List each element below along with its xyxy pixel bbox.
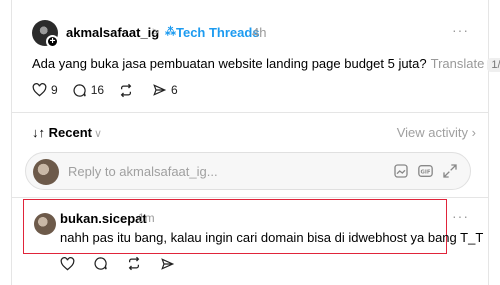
chevron-down-icon: ∨ bbox=[93, 128, 103, 140]
highlight-box bbox=[23, 199, 447, 254]
reply-input[interactable]: Reply to akmalsafaat_ig... GIF bbox=[25, 152, 471, 190]
comment-time: 1m bbox=[138, 211, 155, 225]
share-count: 6 bbox=[171, 83, 178, 97]
topic-link[interactable]: Tech Threads bbox=[176, 25, 260, 40]
post-time: 4h bbox=[252, 25, 267, 40]
post-text: Ada yang buka jasa pembuatan website lan… bbox=[32, 56, 500, 72]
comment-username[interactable]: bukan.sicepat bbox=[60, 211, 147, 226]
comment-actions bbox=[60, 256, 175, 271]
comment-text: nahh pas itu bang, kalau ingin cari doma… bbox=[60, 230, 484, 245]
repost-icon[interactable] bbox=[126, 256, 142, 271]
page-indicator: 1/2 bbox=[487, 58, 500, 72]
chevron-right-icon: › bbox=[471, 125, 476, 140]
reply-placeholder: Reply to akmalsafaat_ig... bbox=[68, 164, 218, 179]
post-body: Ada yang buka jasa pembuatan website lan… bbox=[32, 56, 427, 71]
translate-link[interactable]: Translate bbox=[431, 56, 485, 71]
like-count: 9 bbox=[51, 83, 58, 97]
like-button[interactable]: 9 bbox=[32, 83, 58, 97]
comment-icon bbox=[73, 83, 86, 97]
sort-icon: ↓↑ bbox=[32, 125, 45, 140]
view-activity-link[interactable]: View activity › bbox=[397, 125, 476, 140]
follow-plus-icon[interactable]: + bbox=[46, 35, 59, 48]
share-icon bbox=[153, 84, 167, 96]
comment-icon[interactable] bbox=[93, 256, 108, 271]
svg-text:GIF: GIF bbox=[421, 169, 431, 175]
repost-button[interactable] bbox=[118, 83, 138, 98]
image-icon[interactable] bbox=[393, 163, 409, 179]
chevron-right-icon: > bbox=[152, 24, 160, 39]
sort-dropdown[interactable]: ↓↑ Recent ∨ bbox=[32, 125, 102, 140]
sort-label: Recent bbox=[48, 125, 92, 140]
post-actions: 9 16 6 bbox=[32, 82, 192, 98]
share-button[interactable]: 6 bbox=[152, 83, 178, 97]
more-options-icon[interactable]: ··· bbox=[452, 208, 469, 224]
more-options-icon[interactable]: ··· bbox=[452, 22, 469, 38]
share-icon[interactable] bbox=[160, 257, 175, 271]
reply-button[interactable]: 16 bbox=[72, 83, 104, 98]
reply-count: 16 bbox=[90, 83, 105, 97]
divider bbox=[12, 112, 488, 113]
post-username[interactable]: akmalsafaat_ig bbox=[66, 25, 159, 40]
gif-icon[interactable]: GIF bbox=[417, 163, 434, 179]
avatar bbox=[33, 159, 59, 185]
repost-icon bbox=[120, 83, 132, 97]
topic-icon: ⁂ bbox=[165, 26, 176, 38]
divider bbox=[12, 197, 488, 198]
heart-icon[interactable] bbox=[60, 256, 75, 271]
avatar[interactable] bbox=[34, 213, 56, 235]
expand-icon[interactable] bbox=[442, 163, 458, 179]
heart-icon bbox=[32, 83, 47, 97]
reply-tools: GIF bbox=[393, 163, 458, 179]
